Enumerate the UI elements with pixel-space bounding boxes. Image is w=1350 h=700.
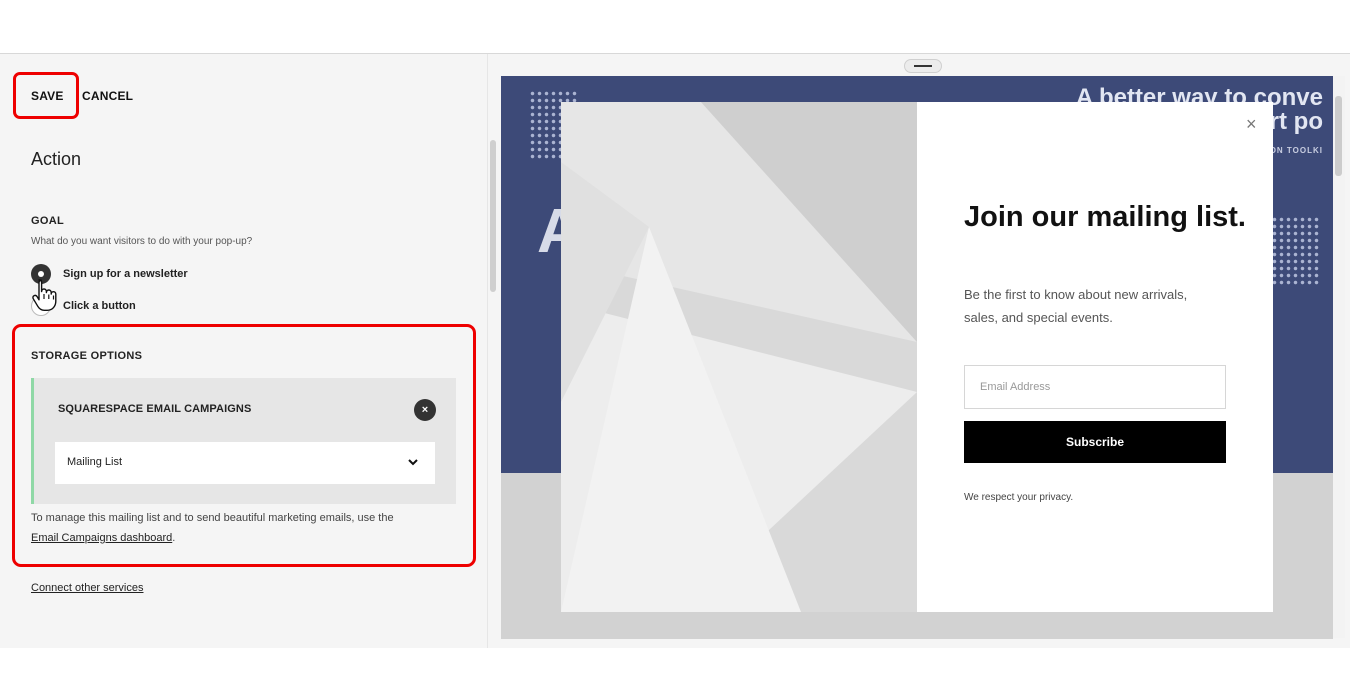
manage-description: To manage this mailing list and to send … [31,508,451,548]
service-name: SQUARESPACE EMAIL CAMPAIGNS [58,403,252,415]
popup-modal: × Join our mailing list. Be the first to… [561,102,1273,612]
popup-image [561,102,917,612]
email-placeholder: Email Address [980,381,1051,393]
popup-description: Be the first to know about new arrivals,… [964,287,1188,325]
subscribe-button[interactable]: Subscribe [964,421,1226,463]
settings-panel: SAVE CANCEL Action GOAL What do you want… [0,54,496,648]
goal-section-label: GOAL [31,215,64,227]
storage-service-card: SQUARESPACE EMAIL CAMPAIGNS × Mailing Li… [31,378,456,504]
goal-description: What do you want visitors to do with you… [31,236,253,247]
save-highlight-box [13,72,79,119]
preview-scrollbar[interactable] [1335,96,1342,176]
mailing-list-select-value: Mailing List [67,456,123,468]
background-toolkit-text: ON TOOLKI [1269,146,1323,155]
editor-app: SAVE CANCEL Action GOAL What do you want… [0,53,1350,648]
privacy-note: We respect your privacy. [964,492,1074,503]
mailing-list-select[interactable]: Mailing List [55,442,435,484]
connect-other-services-link[interactable]: Connect other services [31,582,144,594]
popup-title: Join our mailing list. [964,201,1246,233]
chevron-down-icon [408,459,418,466]
panel-divider [487,54,488,648]
email-campaigns-dashboard-link[interactable]: Email Campaigns dashboard [31,532,172,544]
option-label-newsletter[interactable]: Sign up for a newsletter [63,268,188,280]
site-preview: A better way to conve rt po ON TOOLKI A … [501,76,1333,639]
email-field[interactable]: Email Address [964,365,1226,409]
cancel-button[interactable]: CANCEL [82,89,133,103]
option-label-click-button[interactable]: Click a button [63,300,136,312]
drag-handle-icon[interactable] [904,59,942,73]
popup-geometric-art [561,102,917,612]
hand-cursor-icon [32,279,57,311]
manage-period: . [172,532,176,544]
panel-title: Action [31,149,82,169]
manage-text: To manage this mailing list and to send … [31,512,394,524]
panel-scrollbar[interactable] [490,140,496,292]
close-icon[interactable]: × [1246,114,1257,135]
remove-icon[interactable]: × [414,399,436,421]
storage-section-label: STORAGE OPTIONS [31,350,143,362]
decorative-dots [1271,216,1321,286]
